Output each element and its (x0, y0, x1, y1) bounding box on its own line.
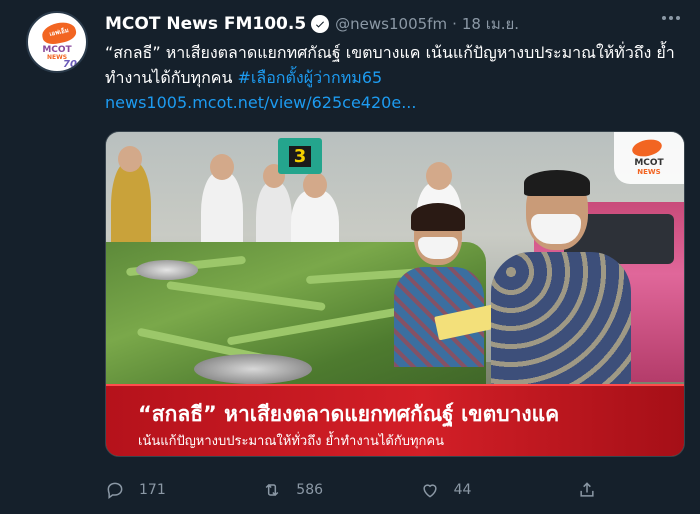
tweet-text: “สกลธี” หาเสียงตลาดแยกทศกัณฐ์ เขตบางแค เ… (105, 40, 685, 115)
like-icon (423, 484, 437, 498)
caption-subtitle: เน้นแก้ปัญหางบประมาณให้ทั่วถึง ย้ำทำงานไ… (138, 434, 444, 449)
tweet-actions: 171 586 44 (105, 476, 615, 504)
tweet-media-image[interactable]: 3 MCOT NEWS “สกลธี” หาเสียงตลาดแยกทศกัณฐ… (105, 131, 685, 457)
tweet-body: “สกลธี” หาเสียงตลาดแยกทศกัณฐ์ เขตบางแค เ… (105, 43, 675, 87)
avatar-brand-news: NEWS (46, 54, 68, 61)
tweet-date[interactable]: 18 เม.ย. (462, 12, 519, 36)
tweet-header: MCOT News FM100.5 @news1005fm · 18 เม.ย. (105, 12, 680, 36)
caption-title: “สกลธี” หาเสียงตลาดแยกทศกัณฐ์ เขตบางแค (138, 402, 560, 426)
avatar[interactable]: เอฟเอ็ม MCOT NEWS 70 (26, 11, 88, 73)
retweet-button[interactable]: 586 (262, 480, 419, 500)
caption-band: “สกลธี” หาเสียงตลาดแยกทศกัณฐ์ เขตบางแค เ… (106, 384, 684, 456)
reply-icon (107, 482, 123, 499)
reply-button[interactable]: 171 (105, 480, 262, 500)
candidate (491, 170, 631, 402)
article-link[interactable]: news1005.mcot.net/view/625ce420e... (105, 93, 416, 112)
candidate-number-sign: 3 (278, 138, 322, 174)
metal-basin (194, 354, 312, 384)
like-button[interactable]: 44 (420, 480, 577, 500)
weighing-scale (136, 260, 198, 280)
share-icon (580, 482, 594, 497)
verified-badge-icon (311, 15, 330, 33)
retweet-icon (265, 483, 279, 497)
author-name[interactable]: MCOT News FM100.5 (105, 14, 306, 34)
reply-count: 171 (139, 482, 166, 498)
author-handle[interactable]: @news1005fm (335, 15, 447, 33)
sign-number: 3 (288, 145, 312, 167)
avatar-brand-anniversary: 70 (63, 59, 77, 70)
more-icon[interactable] (662, 16, 680, 20)
separator-dot: · (452, 15, 457, 33)
retweet-count: 586 (296, 482, 324, 498)
share-button[interactable] (577, 480, 615, 500)
woman-vendor (394, 203, 484, 367)
like-count: 44 (453, 482, 472, 498)
mcot-news-logo: MCOT NEWS (614, 132, 684, 184)
hashtag-link[interactable]: #เลือกตั้งผู้ว่ากทม65 (238, 68, 383, 87)
